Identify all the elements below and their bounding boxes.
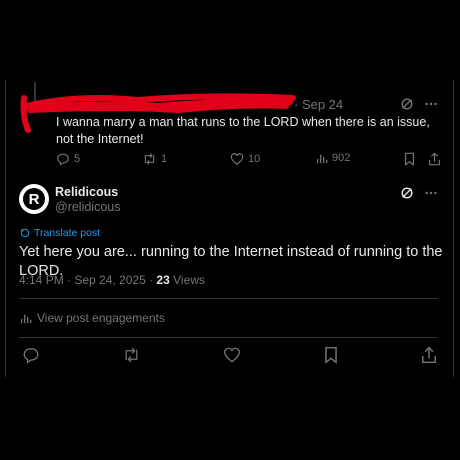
timestamp-text[interactable]: 4:14 PM · Sep 24, 2025 · bbox=[19, 273, 156, 287]
original-post-top-icons bbox=[400, 97, 438, 111]
reply-icon bbox=[57, 153, 69, 166]
original-views-action[interactable]: 902 bbox=[316, 152, 350, 164]
share-button[interactable] bbox=[421, 346, 437, 364]
divider bbox=[19, 298, 438, 299]
original-like-action[interactable]: 10 bbox=[230, 152, 260, 166]
original-post-text: I wanna marry a man that runs to the LOR… bbox=[56, 115, 430, 146]
like-count: 10 bbox=[248, 153, 261, 165]
repost-icon bbox=[125, 347, 138, 363]
share-icon[interactable] bbox=[428, 152, 441, 166]
view-count: 23 bbox=[156, 273, 170, 287]
analytics-icon bbox=[21, 314, 32, 324]
translate-label: Translate post bbox=[34, 227, 101, 239]
translate-post-link[interactable]: Translate post bbox=[20, 227, 100, 239]
bookmark-icon bbox=[325, 346, 337, 364]
reply-post-top-icons bbox=[400, 186, 438, 200]
author-display-name[interactable]: Relidicous bbox=[55, 185, 118, 199]
avatar-letter: R bbox=[23, 188, 45, 210]
reply-count: 5 bbox=[74, 153, 81, 165]
heart-icon bbox=[230, 153, 244, 165]
post-timestamp: 4:14 PM · Sep 24, 2025 · 23 Views bbox=[19, 273, 205, 287]
repost-count: 1 bbox=[161, 153, 168, 165]
view-count: 902 bbox=[332, 152, 351, 164]
grok-icon[interactable] bbox=[400, 97, 414, 111]
original-reply-action[interactable]: 5 bbox=[56, 152, 80, 166]
original-repost-action[interactable]: 1 bbox=[142, 152, 167, 166]
avatar[interactable]: R bbox=[19, 184, 49, 214]
heart-icon bbox=[224, 347, 240, 363]
repost-button[interactable] bbox=[122, 346, 141, 364]
original-bookmark-share bbox=[403, 152, 441, 166]
like-button[interactable] bbox=[223, 346, 241, 364]
author-handle[interactable]: @relidicous bbox=[55, 200, 121, 214]
share-icon bbox=[422, 346, 436, 364]
translate-icon bbox=[20, 228, 30, 238]
engagements-label: View post engagements bbox=[37, 311, 165, 325]
more-options-icon[interactable] bbox=[424, 97, 438, 111]
reply-action-bar bbox=[22, 346, 437, 364]
more-options-icon[interactable] bbox=[424, 186, 438, 200]
divider bbox=[19, 337, 438, 338]
reply-button[interactable] bbox=[22, 346, 40, 364]
bookmark-icon[interactable] bbox=[403, 152, 416, 166]
bookmark-button[interactable] bbox=[323, 346, 339, 364]
reply-icon bbox=[23, 348, 39, 364]
views-icon bbox=[317, 154, 328, 164]
views-label: Views bbox=[169, 273, 205, 287]
original-post-date: · Sep 24 bbox=[294, 97, 344, 112]
grok-icon[interactable] bbox=[400, 186, 414, 200]
view-engagements-link[interactable]: View post engagements bbox=[20, 311, 165, 325]
repost-icon bbox=[144, 153, 155, 165]
